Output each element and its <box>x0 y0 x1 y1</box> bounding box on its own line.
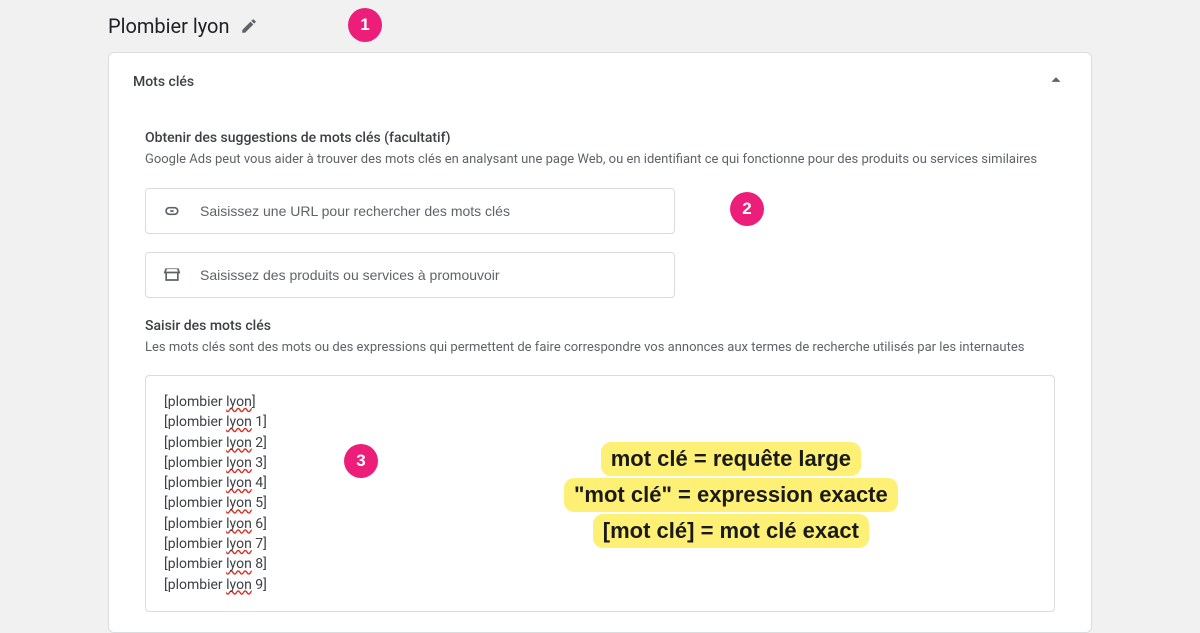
link-icon <box>162 201 182 221</box>
chevron-up-icon[interactable] <box>1045 69 1067 95</box>
card-header-title: Mots clés <box>133 74 194 90</box>
url-input-box[interactable] <box>145 188 675 234</box>
suggestions-title: Obtenir des suggestions de mots clés (fa… <box>145 130 1055 146</box>
url-input[interactable] <box>200 203 658 219</box>
card-header[interactable]: Mots clés <box>109 53 1091 112</box>
annotation-badge-3: 3 <box>344 444 378 478</box>
suggestions-desc: Google Ads peut vous aider à trouver des… <box>145 150 1055 170</box>
products-input-box[interactable] <box>145 252 675 298</box>
enter-keywords-desc: Les mots clés sont des mots ou des expre… <box>145 338 1055 358</box>
products-input[interactable] <box>200 267 658 283</box>
keyword-line: [plombier lyon 1] <box>164 412 1036 432</box>
annotation-badge-1: 1 <box>348 8 382 42</box>
keyword-line: [plombier lyon] <box>164 392 1036 412</box>
edit-icon[interactable] <box>240 17 258 35</box>
annotation-line-2: "mot clé" = expression exacte <box>564 478 898 512</box>
storefront-icon <box>162 265 182 285</box>
ad-group-header: Plombier lyon <box>0 0 1200 52</box>
suggestions-section: Obtenir des suggestions de mots clés (fa… <box>145 130 1055 298</box>
keyword-line: [plombier lyon 8] <box>164 554 1036 574</box>
annotation-badge-2: 2 <box>730 192 764 226</box>
enter-keywords-title: Saisir des mots clés <box>145 318 1055 334</box>
ad-group-title: Plombier lyon <box>108 14 230 38</box>
annotation-line-1: mot clé = requête large <box>601 442 861 476</box>
annotation-line-3: [mot clé] = mot clé exact <box>593 514 869 548</box>
keyword-line: [plombier lyon 9] <box>164 575 1036 595</box>
match-type-annotation: mot clé = requête large "mot clé" = expr… <box>564 442 898 550</box>
